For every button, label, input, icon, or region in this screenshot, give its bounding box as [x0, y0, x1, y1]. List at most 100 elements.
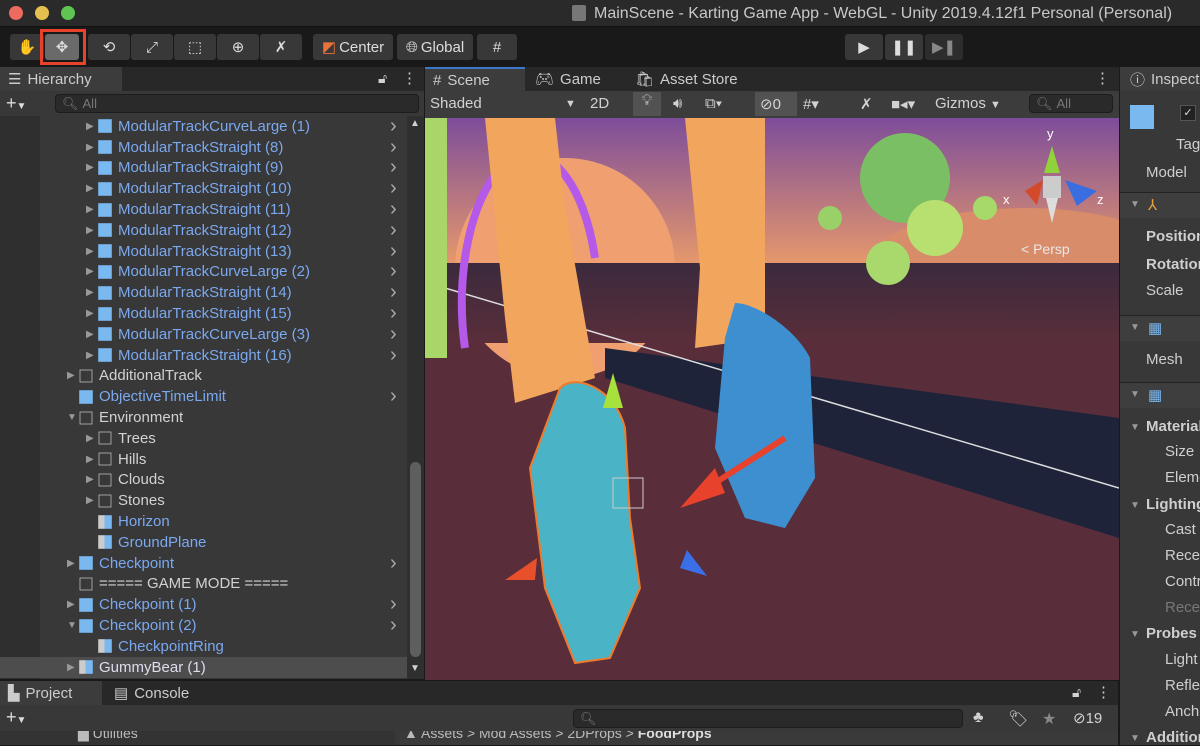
tools-icon[interactable]: ✗ — [860, 95, 873, 113]
scene-viewport[interactable]: y x z < Persp — [425, 118, 1119, 680]
hierarchy-item[interactable]: ▶ Clouds — [0, 470, 407, 491]
hierarchy-item[interactable]: ▶ Stones — [0, 490, 407, 511]
open-prefab-chevron-icon[interactable]: › — [390, 116, 397, 138]
filter-by-label-icon[interactable]: 🏷︎ — [1008, 709, 1028, 729]
lock-icon[interactable]: 🔓︎ — [378, 70, 387, 87]
breadcrumb-item[interactable]: 2DProps — [567, 731, 621, 741]
collapse-arrow-icon[interactable]: ▼ — [1130, 322, 1140, 333]
collapsed-arrow-icon[interactable]: ▶ — [86, 204, 94, 215]
collapse-arrow-icon[interactable]: ▼ — [1130, 199, 1140, 210]
open-prefab-chevron-icon[interactable]: › — [390, 260, 397, 283]
close-window-button[interactable] — [9, 6, 23, 20]
effects-toggle-icon[interactable]: ⧉▾ — [705, 95, 722, 112]
collapse-arrow-icon[interactable]: ▼ — [1130, 389, 1140, 400]
hierarchy-item[interactable]: ▶ ModularTrackStraight (14) › — [0, 281, 407, 304]
folder-item[interactable]: ▆ Utilities — [78, 731, 138, 742]
hierarchy-item[interactable]: ▶ ModularTrackStraight (9) › — [0, 156, 407, 179]
hierarchy-item[interactable]: ▶ Checkpoint › — [0, 552, 407, 575]
hierarchy-item[interactable]: ▶ Hills — [0, 449, 407, 470]
breadcrumb-item[interactable]: FoodProps — [638, 731, 712, 741]
scale-tool-button[interactable]: ⤢ — [131, 34, 173, 60]
tab-game[interactable]: 🎮︎ Game — [527, 67, 609, 91]
lighting-toggle[interactable]: 💡︎ — [633, 92, 661, 116]
collapsed-arrow-icon[interactable]: ▶ — [67, 599, 75, 610]
expanded-arrow-icon[interactable]: ▼ — [67, 620, 77, 631]
foldout-arrow-icon[interactable]: ▼ — [1130, 629, 1140, 640]
tab-hierarchy[interactable]: ☰ Hierarchy — [0, 67, 122, 91]
foldout-arrow-icon[interactable]: ▼ — [1130, 500, 1140, 511]
open-prefab-chevron-icon[interactable]: › — [390, 385, 397, 408]
collapsed-arrow-icon[interactable]: ▶ — [67, 662, 75, 673]
hierarchy-item[interactable]: ▶ ModularTrackStraight (16) › — [0, 344, 407, 366]
hierarchy-scrollbar[interactable]: ▲ ▼ — [407, 116, 424, 679]
hierarchy-item[interactable]: ▶ ModularTrackStraight (15) › — [0, 302, 407, 325]
breadcrumb-item[interactable]: Assets — [421, 731, 463, 741]
step-button[interactable]: ▶❚ — [925, 34, 963, 60]
create-button[interactable]: +▼ — [6, 707, 26, 728]
lock-icon[interactable]: 🔓︎ — [1072, 684, 1081, 701]
hierarchy-item[interactable]: ▼ Checkpoint (2) › — [0, 614, 407, 637]
collapsed-arrow-icon[interactable]: ▶ — [86, 183, 94, 194]
audio-toggle-icon[interactable]: 🔊︎ — [673, 95, 682, 112]
open-prefab-chevron-icon[interactable]: › — [390, 552, 397, 575]
hierarchy-item[interactable]: ▶ Trees — [0, 428, 407, 449]
create-button[interactable]: +▼ — [6, 93, 26, 114]
hidden-objects-toggle[interactable]: ⊘0 — [755, 92, 797, 116]
collapsed-arrow-icon[interactable]: ▶ — [86, 454, 94, 465]
open-prefab-chevron-icon[interactable]: › — [390, 281, 397, 304]
open-prefab-chevron-icon[interactable]: › — [390, 156, 397, 179]
component-header[interactable]: ▼ ⅄ — [1120, 192, 1200, 218]
scene-search-input[interactable]: 🔍︎ All — [1029, 94, 1113, 113]
more-menu-icon[interactable]: ⋮ — [1096, 683, 1111, 701]
collapsed-arrow-icon[interactable]: ▶ — [86, 266, 94, 277]
expanded-arrow-icon[interactable]: ▼ — [67, 412, 77, 423]
open-prefab-chevron-icon[interactable]: › — [390, 302, 397, 325]
collapsed-arrow-icon[interactable]: ▶ — [86, 162, 94, 173]
hierarchy-item[interactable]: ObjectiveTimeLimit › — [0, 385, 407, 408]
hierarchy-item[interactable]: ▶ AdditionalTrack — [0, 366, 407, 387]
open-prefab-chevron-icon[interactable]: › — [390, 323, 397, 346]
hierarchy-item[interactable]: ▶ ModularTrackStraight (11) › — [0, 198, 407, 221]
active-checkbox[interactable]: ✓ — [1180, 105, 1196, 121]
hierarchy-item[interactable]: ===== GAME MODE ===== — [0, 574, 407, 595]
open-prefab-chevron-icon[interactable]: › — [390, 136, 397, 159]
hierarchy-item[interactable]: ▶ ModularTrackCurveLarge (3) › — [0, 323, 407, 346]
grid-snap-button[interactable]: # — [477, 34, 517, 60]
collapsed-arrow-icon[interactable]: ▶ — [86, 287, 94, 298]
pause-button[interactable]: ❚❚ — [885, 34, 923, 60]
open-prefab-chevron-icon[interactable]: › — [390, 240, 397, 263]
hierarchy-search-input[interactable]: 🔍︎ All — [55, 94, 419, 113]
collapsed-arrow-icon[interactable]: ▶ — [86, 495, 94, 506]
open-prefab-chevron-icon[interactable]: › — [390, 219, 397, 242]
rect-tool-button[interactable]: ⬚ — [174, 34, 216, 60]
rotate-tool-button[interactable]: ⟲ — [88, 34, 130, 60]
collapsed-arrow-icon[interactable]: ▶ — [86, 308, 94, 319]
component-header[interactable]: ▼ ▦ — [1120, 382, 1200, 408]
hierarchy-item[interactable]: ▶ ModularTrackStraight (10) › — [0, 177, 407, 200]
tab-project[interactable]: ▙ Project — [0, 681, 102, 705]
tab-asset-store[interactable]: 🛍︎ Asset Store — [627, 67, 746, 91]
more-menu-icon[interactable]: ⋮ — [402, 69, 417, 87]
tab-inspector[interactable]: ⓘ Inspector — [1120, 67, 1200, 91]
collapsed-arrow-icon[interactable]: ▶ — [67, 370, 75, 381]
component-header[interactable]: ▼ ▦ — [1120, 315, 1200, 341]
hierarchy-item[interactable]: CheckpointRing — [0, 636, 407, 657]
gizmos-dropdown[interactable]: Gizmos ▼ — [935, 95, 1001, 112]
tab-scene[interactable]: # Scene — [425, 67, 525, 91]
scroll-up-icon[interactable]: ▲ — [410, 118, 420, 129]
zoom-window-button[interactable] — [61, 6, 75, 20]
transform-tool-button[interactable]: ⊕ — [217, 34, 259, 60]
hidden-packages-toggle[interactable]: ⊘19 — [1073, 709, 1102, 727]
hierarchy-item[interactable]: ▶ ModularTrackStraight (13) › — [0, 240, 407, 263]
favorites-star-icon[interactable]: ★ — [1042, 709, 1056, 729]
collapsed-arrow-icon[interactable]: ▶ — [67, 558, 75, 569]
scrollbar-thumb[interactable] — [410, 462, 421, 657]
hierarchy-item[interactable]: ▶ Checkpoint (1) › — [0, 593, 407, 615]
collapsed-arrow-icon[interactable]: ▶ — [86, 350, 94, 361]
open-prefab-chevron-icon[interactable]: › — [390, 614, 397, 637]
collapsed-arrow-icon[interactable]: ▶ — [86, 246, 94, 257]
open-prefab-chevron-icon[interactable]: › — [390, 177, 397, 200]
2d-toggle[interactable]: 2D — [590, 95, 609, 112]
open-prefab-chevron-icon[interactable]: › — [390, 198, 397, 221]
tab-console[interactable]: ▤ Console — [106, 681, 197, 705]
